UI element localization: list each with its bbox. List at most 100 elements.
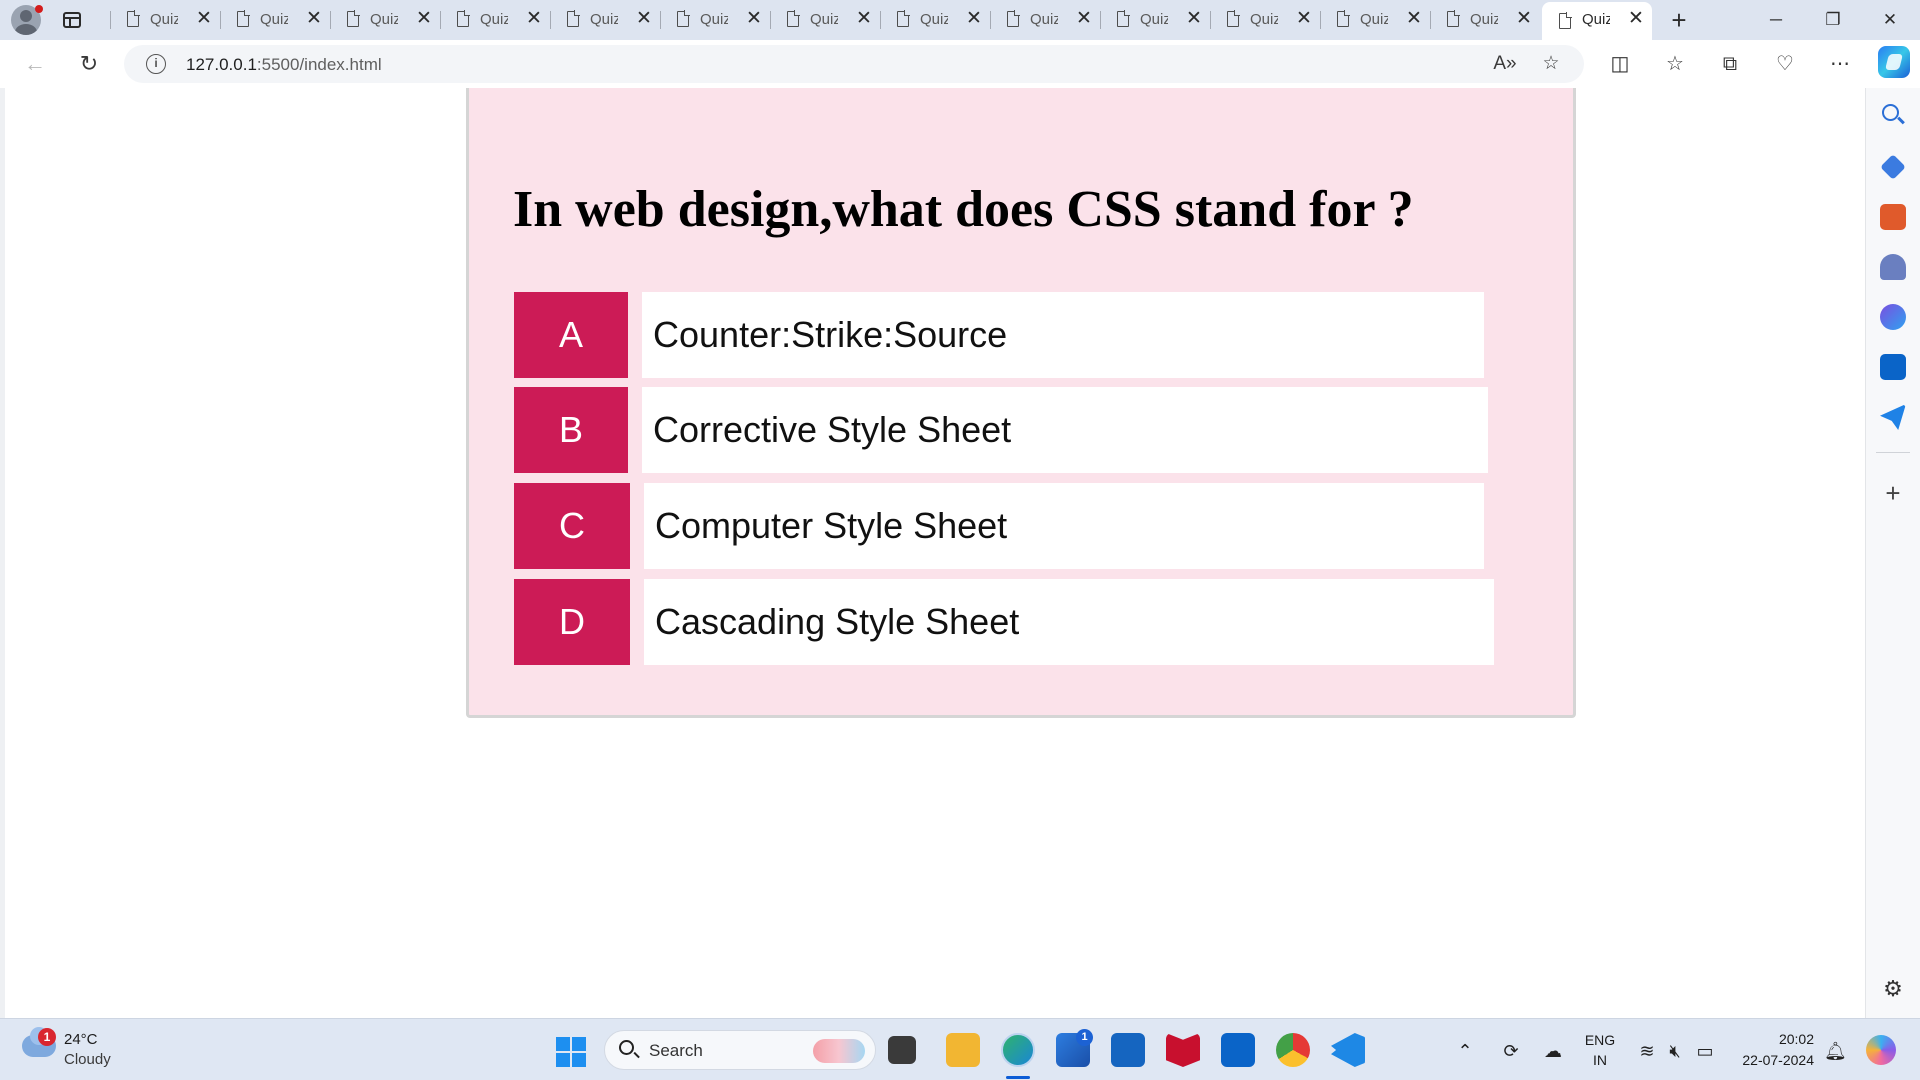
outlook-new-icon[interactable] <box>1221 1033 1255 1067</box>
tab-close-icon[interactable]: ✕ <box>635 8 653 30</box>
browser-tab[interactable]: Quiz ✕ <box>770 0 880 40</box>
notification-bell-icon[interactable]: 🔔︎ <box>1824 1041 1847 1061</box>
browser-tab[interactable]: Quiz ✕ <box>550 0 660 40</box>
back-arrow-icon[interactable]: ← <box>22 51 48 77</box>
tab-close-icon[interactable]: ✕ <box>1515 8 1533 30</box>
tab-close-icon[interactable]: ✕ <box>1075 8 1093 30</box>
start-windows-icon[interactable] <box>556 1037 586 1067</box>
option-answer[interactable]: Counter:Strike:Source <box>642 292 1484 378</box>
tab-close-icon[interactable]: ✕ <box>745 8 763 30</box>
mcafee-icon[interactable] <box>1166 1033 1200 1067</box>
tab-close-icon[interactable]: ✕ <box>965 8 983 30</box>
add-sidebar-app-icon[interactable]: + <box>1880 480 1906 506</box>
browser-essentials-icon[interactable]: ♡ <box>1771 51 1799 77</box>
wifi-icon[interactable]: ≋ <box>1636 1041 1658 1061</box>
browser-tab[interactable]: Quiz ✕ <box>220 0 330 40</box>
minimize-button[interactable]: ─ <box>1756 5 1796 35</box>
outlook-icon[interactable] <box>1880 354 1906 380</box>
close-window-button[interactable]: ✕ <box>1870 5 1910 35</box>
weather-condition[interactable]: Cloudy <box>64 1051 111 1068</box>
split-screen-icon[interactable]: ◫ <box>1606 51 1634 77</box>
browser-tab[interactable]: Quiz ✕ <box>440 0 550 40</box>
windows-taskbar: 1 24°C Cloudy Search 1 ⌃ ⟳ ☁ ENG IN ≋ 🔇︎… <box>0 1018 1920 1080</box>
collections-icon[interactable]: ⧉ <box>1716 51 1744 77</box>
address-bar[interactable]: i 127.0.0.1:5500/index.html A» ☆ <box>124 45 1584 83</box>
copilot-taskbar-icon[interactable] <box>1866 1035 1896 1065</box>
page-icon <box>1117 10 1130 27</box>
browser-tab[interactable]: Quiz ✕ <box>1210 0 1320 40</box>
copilot-icon[interactable] <box>1878 46 1910 78</box>
url-path: :5500/index.html <box>256 55 382 74</box>
volume-muted-icon[interactable]: 🔇︎ <box>1664 1041 1686 1061</box>
language-line1[interactable]: ENG <box>1578 1032 1622 1048</box>
option-answer[interactable]: Cascading Style Sheet <box>644 579 1494 665</box>
browser-tab[interactable]: Quiz ✕ <box>1430 0 1540 40</box>
games-icon[interactable] <box>1880 254 1906 280</box>
site-info-icon[interactable]: i <box>146 54 166 74</box>
microsoft-365-icon[interactable] <box>1880 304 1906 330</box>
option-letter[interactable]: D <box>514 579 630 665</box>
tab-title: Quiz <box>1582 11 1610 28</box>
show-hidden-icons-chevron-icon[interactable]: ⌃ <box>1454 1041 1476 1061</box>
browser-tab[interactable]: Quiz ✕ <box>660 0 770 40</box>
option-letter[interactable]: C <box>514 483 630 569</box>
page-icon <box>787 10 800 27</box>
restore-button[interactable]: ❐ <box>1813 5 1853 35</box>
browser-tab[interactable]: Quiz ✕ <box>1100 0 1210 40</box>
tab-actions-menu-button[interactable] <box>63 10 83 30</box>
favorite-star-icon[interactable]: ☆ <box>1538 51 1564 77</box>
option-answer[interactable]: Computer Style Sheet <box>644 483 1484 569</box>
tab-close-icon[interactable]: ✕ <box>195 8 213 30</box>
tab-close-icon[interactable]: ✕ <box>1295 8 1313 30</box>
taskbar-search-box[interactable]: Search <box>604 1030 876 1070</box>
page-icon <box>1559 12 1572 29</box>
tab-close-icon[interactable]: ✕ <box>855 8 873 30</box>
chrome-icon[interactable] <box>1276 1033 1310 1067</box>
battery-icon[interactable]: ▭ <box>1694 1041 1716 1061</box>
tab-title: Quiz <box>1140 11 1168 28</box>
language-line2[interactable]: IN <box>1578 1052 1622 1068</box>
search-icon[interactable] <box>1882 104 1899 121</box>
browser-toolbar: ← ↻ i 127.0.0.1:5500/index.html A» ☆ ◫ ☆… <box>0 40 1920 88</box>
tab-close-icon[interactable]: ✕ <box>525 8 543 30</box>
tab-title: Quiz <box>480 11 508 28</box>
read-aloud-icon[interactable]: A» <box>1492 51 1518 77</box>
browser-tab[interactable]: Quiz ✕ <box>110 0 220 40</box>
onedrive-cloud-icon[interactable]: ☁ <box>1542 1041 1564 1061</box>
option-letter[interactable]: B <box>514 387 628 473</box>
weather-temperature[interactable]: 24°C <box>64 1031 98 1048</box>
vscode-icon[interactable] <box>1331 1033 1365 1067</box>
tab-close-icon[interactable]: ✕ <box>305 8 323 30</box>
tab-close-icon[interactable]: ✕ <box>1185 8 1203 30</box>
browser-tab[interactable]: Quiz ✕ <box>880 0 990 40</box>
new-tab-button[interactable]: + <box>1664 5 1694 35</box>
clock-date[interactable]: 22-07-2024 <box>1728 1052 1814 1068</box>
drop-send-icon[interactable] <box>1880 404 1906 430</box>
reload-icon[interactable]: ↻ <box>76 51 102 77</box>
tab-title: Quiz <box>700 11 728 28</box>
url-text[interactable]: 127.0.0.1:5500/index.html <box>186 55 382 75</box>
tab-close-icon[interactable]: ✕ <box>1627 8 1645 30</box>
browser-tab[interactable]: Quiz ✕ <box>990 0 1100 40</box>
shopping-tag-icon[interactable] <box>1880 154 1906 180</box>
task-view-icon[interactable] <box>888 1036 916 1064</box>
tab-title: Quiz <box>260 11 288 28</box>
dell-app-icon[interactable] <box>1111 1033 1145 1067</box>
browser-tab[interactable]: Quiz ✕ <box>1320 0 1430 40</box>
sync-icon[interactable]: ⟳ <box>1500 1041 1522 1061</box>
clock-time[interactable]: 20:02 <box>1728 1031 1814 1047</box>
more-menu-icon[interactable]: ⋯ <box>1826 51 1854 77</box>
tab-title: Quiz <box>1250 11 1278 28</box>
option-answer[interactable]: Corrective Style Sheet <box>642 387 1488 473</box>
file-explorer-folder-icon[interactable] <box>946 1033 980 1067</box>
tab-close-icon[interactable]: ✕ <box>415 8 433 30</box>
sidebar-settings-gear-icon[interactable]: ⚙ <box>1880 976 1906 1002</box>
browser-tab[interactable]: Quiz ✕ <box>330 0 440 40</box>
option-letter[interactable]: A <box>514 292 628 378</box>
favorites-icon[interactable]: ☆ <box>1661 51 1689 77</box>
edge-browser-icon[interactable] <box>1001 1033 1035 1067</box>
page-icon <box>347 10 360 27</box>
tools-briefcase-icon[interactable] <box>1880 204 1906 230</box>
browser-tab-active[interactable]: Quiz ✕ <box>1542 2 1652 40</box>
tab-close-icon[interactable]: ✕ <box>1405 8 1423 30</box>
